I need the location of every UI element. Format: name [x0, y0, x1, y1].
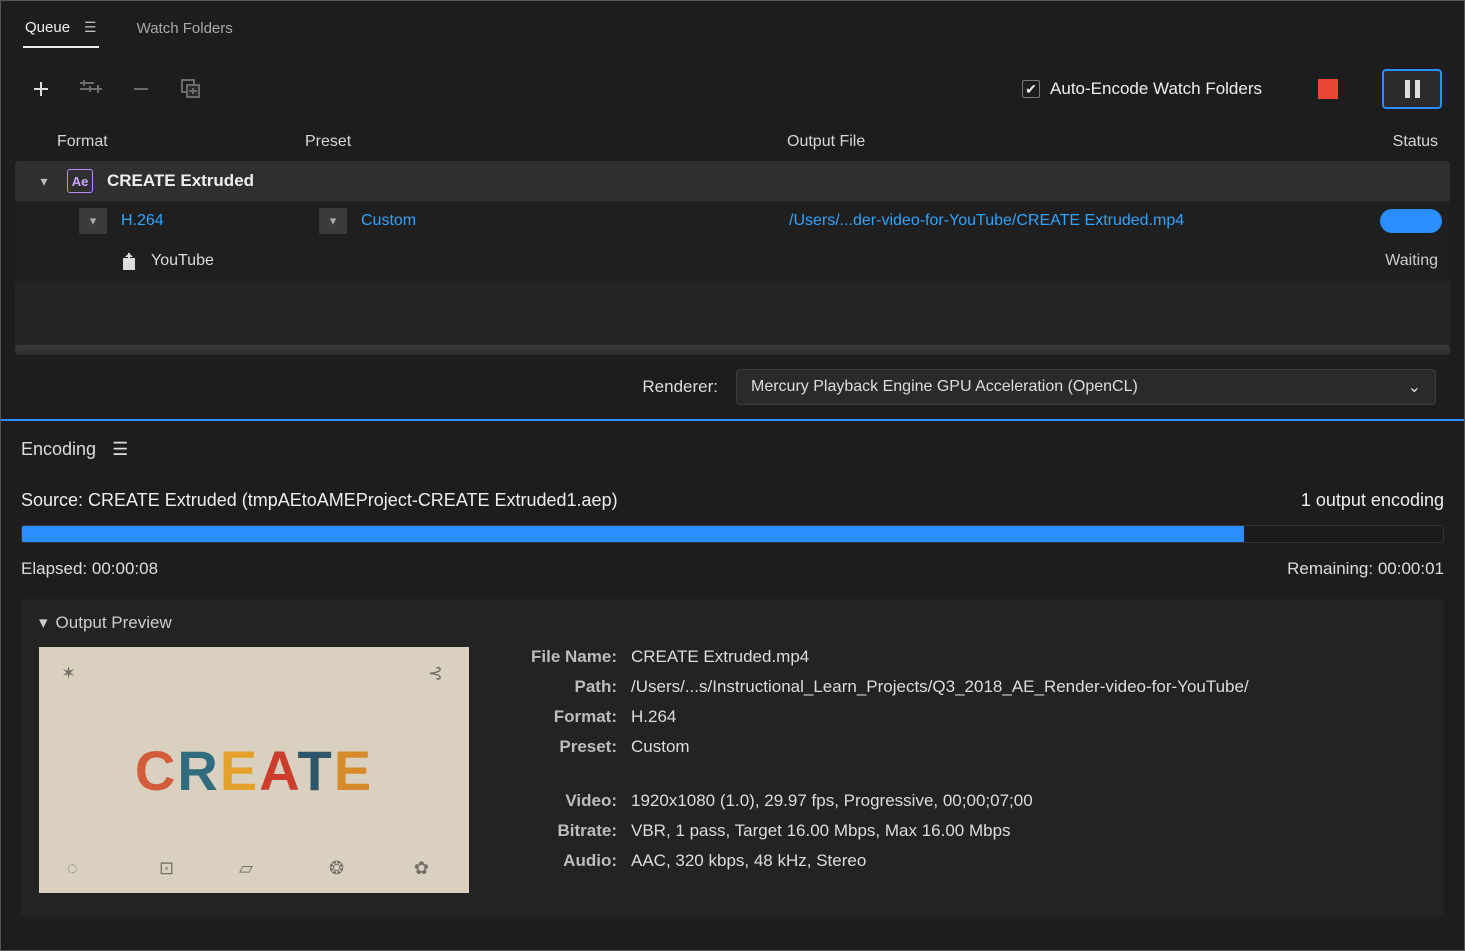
output-path[interactable]: /Users/...der-video-for-YouTube/CREATE E…	[789, 212, 1367, 230]
chevron-down-icon: ⌄	[1408, 377, 1421, 397]
menu-icon[interactable]: ☰	[112, 439, 128, 460]
format-value: H.264	[121, 212, 164, 230]
elapsed-label: Elapsed:	[21, 559, 92, 578]
queue-column-headers: Format Preset Output File Status	[15, 123, 1450, 161]
encoding-title: Encoding	[21, 439, 96, 460]
preview-header[interactable]: ▾ Output Preview	[39, 613, 1426, 633]
youtube-status: Waiting	[214, 252, 1442, 270]
renderer-select[interactable]: Mercury Playback Engine GPU Acceleration…	[736, 369, 1436, 405]
encoding-panel: Encoding ☰ Source: CREATE Extruded (tmpA…	[1, 421, 1464, 917]
pause-icon	[1415, 80, 1420, 98]
time-row: Elapsed: 00:00:08 Remaining: 00:00:01	[21, 559, 1444, 579]
add-preset-button[interactable]	[79, 77, 103, 101]
path-value: /Users/...s/Instructional_Learn_Projects…	[631, 677, 1249, 697]
audio-value: AAC, 320 kbps, 48 kHz, Stereo	[631, 851, 1249, 871]
format-value: H.264	[631, 707, 1249, 727]
video-value: 1920x1080 (1.0), 29.97 fps, Progressive,…	[631, 791, 1249, 811]
auto-encode-toggle[interactable]: ✔ Auto-Encode Watch Folders	[1022, 79, 1262, 99]
encoding-progress-pill	[1380, 209, 1442, 233]
output-preview-section: ▾ Output Preview CREATE ✶⊰ ◌⊡ ▱❂ ✿ File …	[21, 599, 1444, 917]
duplicate-button[interactable]	[179, 77, 203, 101]
tab-watch-folders[interactable]: Watch Folders	[135, 14, 235, 47]
col-status[interactable]: Status	[1368, 133, 1438, 151]
format-cell[interactable]: ▾ H.264	[79, 208, 319, 234]
remaining-value: 00:00:01	[1378, 559, 1444, 578]
queue-output-row[interactable]: ▾ H.264 ▾ Custom /Users/...der-video-for…	[15, 201, 1450, 241]
menu-icon[interactable]: ☰	[84, 19, 97, 36]
tab-watch-folders-label: Watch Folders	[137, 20, 233, 37]
queue-project-row[interactable]: ▾ Ae CREATE Extruded	[15, 161, 1450, 201]
elapsed-time: Elapsed: 00:00:08	[21, 559, 158, 579]
filename-label: File Name:	[497, 647, 617, 667]
tab-queue-label: Queue	[25, 19, 70, 36]
bitrate-label: Bitrate:	[497, 821, 617, 841]
elapsed-value: 00:00:08	[92, 559, 158, 578]
stop-button[interactable]	[1318, 79, 1338, 99]
queue-body: ▾ Ae CREATE Extruded ▾ H.264 ▾ Custom /U…	[15, 161, 1450, 355]
status-cell	[1367, 209, 1442, 233]
source-prefix: Source:	[21, 490, 88, 510]
project-name: CREATE Extruded	[107, 171, 254, 191]
add-button[interactable]	[29, 77, 53, 101]
preview-title: Output Preview	[56, 613, 172, 633]
chevron-down-icon: ▾	[39, 613, 48, 633]
checkbox-icon: ✔	[1022, 80, 1040, 98]
preset-value: Custom	[361, 212, 416, 230]
upload-youtube-icon[interactable]	[117, 249, 141, 273]
source-row: Source: CREATE Extruded (tmpAEtoAMEProje…	[21, 490, 1444, 511]
preset-label: Preset:	[497, 737, 617, 757]
auto-encode-label: Auto-Encode Watch Folders	[1050, 79, 1262, 99]
thumbnail-art: CREATE	[135, 738, 373, 803]
bitrate-value: VBR, 1 pass, Target 16.00 Mbps, Max 16.0…	[631, 821, 1249, 841]
queue-empty-space	[15, 281, 1450, 343]
panel-tabs: Queue ☰ Watch Folders	[1, 1, 1464, 49]
preview-body: CREATE ✶⊰ ◌⊡ ▱❂ ✿ File Name: CREATE Extr…	[39, 647, 1426, 893]
audio-label: Audio:	[497, 851, 617, 871]
chevron-down-icon[interactable]: ▾	[35, 172, 53, 190]
tab-queue[interactable]: Queue ☰	[23, 13, 99, 48]
queue-panel: Format Preset Output File Status ▾ Ae CR…	[1, 123, 1464, 419]
preview-metadata: File Name: CREATE Extruded.mp4 Path: /Us…	[497, 647, 1249, 871]
video-label: Video:	[497, 791, 617, 811]
queue-publish-row[interactable]: YouTube Waiting	[15, 241, 1450, 281]
preset-cell[interactable]: ▾ Custom	[319, 208, 789, 234]
preset-dropdown-icon[interactable]: ▾	[319, 208, 347, 234]
youtube-label: YouTube	[151, 252, 214, 270]
outputs-encoding: 1 output encoding	[1301, 490, 1444, 511]
toolbar: ✔ Auto-Encode Watch Folders	[1, 49, 1464, 123]
horizontal-scrollbar[interactable]	[15, 345, 1450, 355]
source-text: Source: CREATE Extruded (tmpAEtoAMEProje…	[21, 490, 618, 511]
source-value: CREATE Extruded (tmpAEtoAMEProject-CREAT…	[88, 490, 618, 510]
renderer-row: Renderer: Mercury Playback Engine GPU Ac…	[15, 355, 1450, 419]
col-preset[interactable]: Preset	[305, 133, 787, 151]
remaining-time: Remaining: 00:00:01	[1287, 559, 1444, 579]
pause-icon	[1405, 80, 1410, 98]
col-format[interactable]: Format	[57, 133, 305, 151]
pause-button[interactable]	[1382, 69, 1442, 109]
encoding-progress-bar	[21, 525, 1444, 543]
col-output[interactable]: Output File	[787, 133, 1368, 151]
encoding-progress-fill	[22, 526, 1244, 542]
path-label: Path:	[497, 677, 617, 697]
preset-value: Custom	[631, 737, 1249, 757]
filename-value: CREATE Extruded.mp4	[631, 647, 1249, 667]
format-label: Format:	[497, 707, 617, 727]
remaining-label: Remaining:	[1287, 559, 1378, 578]
encoding-title-row: Encoding ☰	[21, 439, 1444, 460]
output-preview-thumbnail: CREATE ✶⊰ ◌⊡ ▱❂ ✿	[39, 647, 469, 893]
remove-button[interactable]	[129, 77, 153, 101]
format-dropdown-icon[interactable]: ▾	[79, 208, 107, 234]
renderer-value: Mercury Playback Engine GPU Acceleration…	[751, 378, 1138, 396]
renderer-label: Renderer:	[642, 377, 718, 397]
after-effects-icon: Ae	[67, 169, 93, 193]
